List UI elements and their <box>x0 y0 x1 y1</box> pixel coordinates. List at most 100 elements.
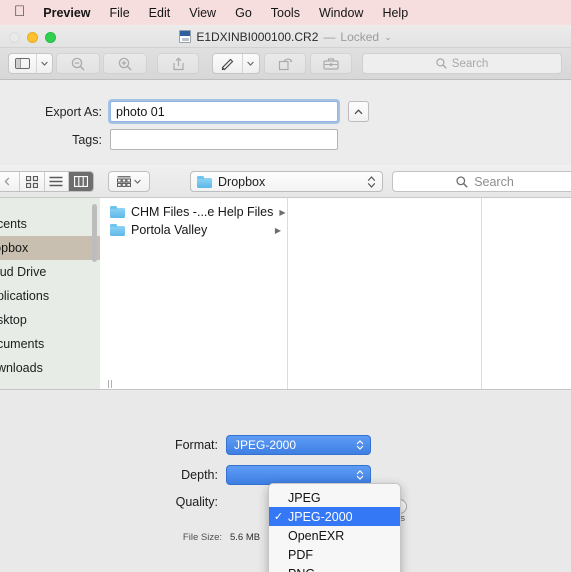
menu-option-label: JPEG-2000 <box>288 509 353 524</box>
location-popup-button[interactable]: Dropbox <box>190 171 383 192</box>
menu-option-openexr[interactable]: OpenEXR <box>269 526 400 545</box>
quality-row: Quality: <box>158 495 226 509</box>
menu-item-file[interactable]: File <box>110 6 130 20</box>
column-resize-grip[interactable] <box>108 380 116 388</box>
markup-button[interactable] <box>212 53 260 74</box>
sidebar-item-list-view[interactable] <box>45 172 70 191</box>
view-mode-segmented-control[interactable] <box>0 171 94 192</box>
sidebar-item-label: ropbox <box>0 241 29 255</box>
expand-panel-button[interactable] <box>348 101 369 122</box>
zoom-in-button[interactable] <box>103 53 147 74</box>
menu-option-png[interactable]: PNG <box>269 564 400 572</box>
file-browser-body: s ecents ropbox loud Drive pplications e… <box>0 198 571 390</box>
toolkit-button[interactable] <box>310 53 352 74</box>
lock-status-label: Locked <box>340 29 380 44</box>
menu-option-jpeg-2000[interactable]: ✓ JPEG-2000 <box>269 507 400 526</box>
sidebar-item-label: ecents <box>0 217 27 231</box>
sidebar-item-dropbox[interactable]: ropbox <box>0 236 100 260</box>
folder-icon <box>110 224 125 236</box>
list-item[interactable]: Portola Valley ▶ <box>100 221 287 239</box>
markup-pen-icon[interactable] <box>213 54 242 73</box>
tags-input[interactable] <box>110 129 338 150</box>
updown-chevron-icon <box>353 467 366 483</box>
markup-chevron-down-icon[interactable] <box>243 54 259 73</box>
browser-column-2 <box>288 198 482 389</box>
updown-chevron-icon <box>367 175 376 189</box>
file-size-row: File Size: 5.6 MB <box>162 532 260 543</box>
sidebar-icon[interactable] <box>9 54 36 73</box>
file-size-value: 5.6 MB <box>230 532 261 543</box>
browser-column-3 <box>482 198 571 389</box>
tags-row: Tags: <box>30 129 338 150</box>
menu-option-label: OpenEXR <box>288 528 345 543</box>
preview-search-field[interactable]: Search <box>362 53 562 74</box>
zoom-in-icon <box>118 57 132 71</box>
menu-option-pdf[interactable]: PDF <box>269 545 400 564</box>
format-row: Format: JPEG-2000 <box>158 435 371 455</box>
disclosure-arrow-icon[interactable]: ▶ <box>275 226 281 235</box>
checkmark-icon: ✓ <box>273 511 284 523</box>
rotate-icon <box>278 57 293 71</box>
window-title: E1DXINBI000100.CR2 <box>196 29 319 44</box>
disclosure-arrow-icon[interactable]: ▶ <box>279 208 285 217</box>
search-icon <box>456 175 468 188</box>
title-separator: — <box>323 29 336 44</box>
updown-chevron-icon <box>353 437 366 453</box>
list-item[interactable]: CHM Files -...e Help Files ▶ <box>100 203 287 221</box>
menu-item-help[interactable]: Help <box>382 6 408 20</box>
sidebar-item-downloads[interactable]: ownloads <box>0 356 100 380</box>
window-title-group: E1DXINBI000100.CR2 — Locked ⌄ <box>0 25 571 48</box>
list-item-label: Portola Valley <box>131 223 208 237</box>
menu-bar:  Preview File Edit View Go Tools Window… <box>0 0 571 25</box>
menu-option-jpeg[interactable]: JPEG <box>269 488 400 507</box>
menu-item-preview[interactable]: Preview <box>43 6 90 20</box>
depth-row: Depth: <box>158 465 371 485</box>
sidebar-item-0[interactable]: s <box>0 198 100 212</box>
rotate-button[interactable] <box>264 53 306 74</box>
menu-item-view[interactable]: View <box>189 6 216 20</box>
menu-item-window[interactable]: Window <box>319 6 363 20</box>
format-dropdown-menu: JPEG ✓ JPEG-2000 OpenEXR PDF PNG TIFF <box>268 483 401 572</box>
sidebar-toggle-button[interactable] <box>8 53 53 74</box>
menu-item-tools[interactable]: Tools <box>271 6 300 20</box>
share-button[interactable] <box>157 53 199 74</box>
preview-toolbar: Search <box>0 48 571 80</box>
export-fields-area: Export As: photo 01 Tags: <box>0 80 571 163</box>
export-as-input[interactable]: photo 01 <box>110 101 338 122</box>
menu-option-label: JPEG <box>288 490 321 505</box>
sidebar-item-label: ocuments <box>0 337 45 351</box>
format-popup-button[interactable]: JPEG-2000 <box>226 435 371 455</box>
zoom-out-button[interactable] <box>56 53 100 74</box>
sidebar-scrollbar[interactable] <box>92 204 97 262</box>
sidebar-item-applications[interactable]: pplications <box>0 284 100 308</box>
sidebar-item-documents[interactable]: ocuments <box>0 332 100 356</box>
sidebar-item-column-view[interactable] <box>69 172 93 191</box>
browser-column-1: CHM Files -...e Help Files ▶ Portola Val… <box>100 198 288 389</box>
title-chevron-down-icon[interactable]: ⌄ <box>384 32 392 43</box>
menu-item-edit[interactable]: Edit <box>149 6 171 20</box>
tags-label: Tags: <box>72 132 102 147</box>
sidebar-chevron-down-icon[interactable] <box>37 54 52 73</box>
preview-search-placeholder: Search <box>451 57 489 70</box>
window-title-bar: E1DXINBI000100.CR2 — Locked ⌄ <box>0 25 571 48</box>
quality-label: Quality: <box>175 495 218 509</box>
arrange-by-button[interactable] <box>108 171 150 192</box>
sidebar-item-desktop[interactable]: esktop <box>0 308 100 332</box>
search-icon <box>436 58 447 69</box>
list-item-label: CHM Files -...e Help Files <box>131 205 274 219</box>
arrange-chevron-down-icon <box>134 179 141 184</box>
browser-search-field[interactable]: Search <box>392 171 571 192</box>
document-icon <box>179 30 192 43</box>
export-as-label: Export As: <box>45 104 102 119</box>
depth-popup-button[interactable] <box>226 465 371 485</box>
sidebar-item-icloud-drive[interactable]: loud Drive <box>0 260 100 284</box>
grid-icon <box>25 175 38 188</box>
format-popup-value: JPEG-2000 <box>234 438 297 452</box>
view-mode-back[interactable] <box>0 172 20 191</box>
apple-logo-icon[interactable]:  <box>14 4 25 19</box>
menu-item-go[interactable]: Go <box>235 6 252 20</box>
file-browser-toolbar: Dropbox Search <box>0 165 571 198</box>
sidebar-item-recents[interactable]: ecents <box>0 212 100 236</box>
preview-export-window:  Preview File Edit View Go Tools Window… <box>0 0 571 572</box>
sidebar-item-icon-view[interactable] <box>20 172 45 191</box>
